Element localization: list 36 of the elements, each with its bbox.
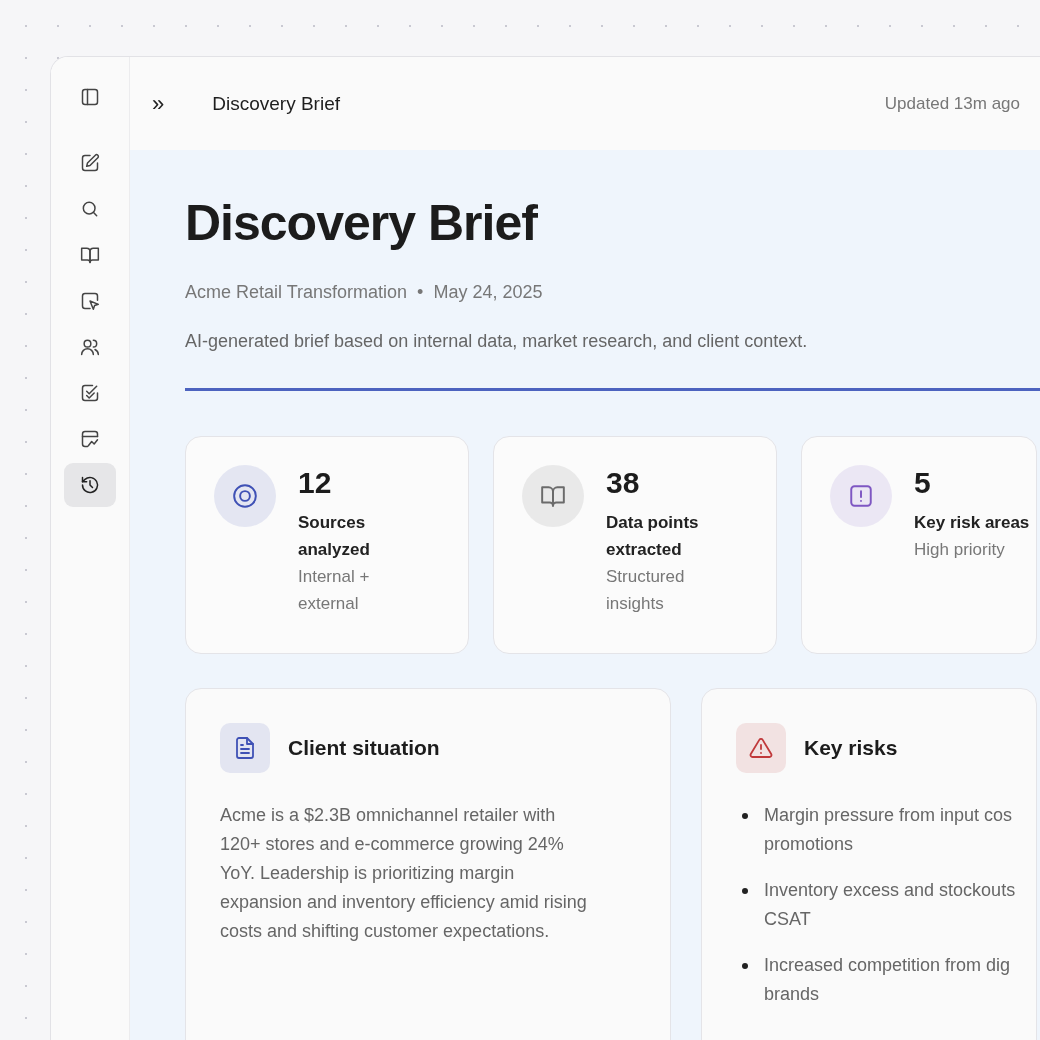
stat-value: 38	[606, 465, 641, 501]
bullet-dot	[742, 813, 748, 819]
section-title: Key risks	[804, 736, 898, 760]
risk-item: Inventory excess and stockouts CSAT	[764, 879, 1016, 931]
stat-value: 5	[914, 465, 932, 501]
bullet-dot	[742, 963, 748, 969]
section-title: Client situation	[288, 736, 440, 760]
people-icon	[80, 337, 100, 357]
updated-time: Updated 13m ago	[884, 93, 1020, 114]
brief-description: AI-generated brief based on internal data, market research, and client context.	[185, 331, 809, 352]
stat-label: Sources analyzed	[298, 512, 371, 561]
chart-note-icon	[80, 429, 100, 449]
brief-date: May 24, 2025	[433, 282, 543, 303]
checklist-icon	[80, 383, 100, 403]
search-icon	[80, 199, 100, 219]
stat-value: 12	[298, 465, 333, 501]
sidebar-item[interactable]	[64, 463, 116, 507]
separator-dot: •	[417, 282, 424, 303]
cursor-icon	[80, 291, 100, 311]
client-name: Acme Retail Transformation	[185, 282, 408, 303]
stat-note: Structured insights	[606, 566, 686, 615]
edit-icon	[80, 153, 100, 173]
bullet-dot	[742, 888, 748, 894]
stat-note: High priority	[914, 539, 1006, 561]
risk-item: Margin pressure from input cos promotions	[764, 804, 1013, 856]
history-icon	[80, 475, 100, 495]
book-icon	[80, 245, 100, 265]
stat-label: Data points extracted	[606, 512, 700, 561]
sidebar-toggle-icon	[80, 87, 100, 107]
stat-label: Key risk areas	[914, 512, 1030, 534]
page-title: Discovery Brief	[185, 194, 539, 252]
stat-note: Internal + external	[298, 566, 371, 615]
section-text: Acme is a $2.3B omnichannel retailer with 120+ stores and e-commerce growing 24% YoY. Leadership is prioritizing margin expansion and inventory efficiency amid rising costs and shifting customer expectations.	[220, 804, 588, 943]
header-title: Discovery Brief	[212, 92, 340, 115]
expand-button[interactable]: »	[152, 92, 165, 115]
risk-item: Increased competition from dig brands	[764, 954, 1011, 1006]
